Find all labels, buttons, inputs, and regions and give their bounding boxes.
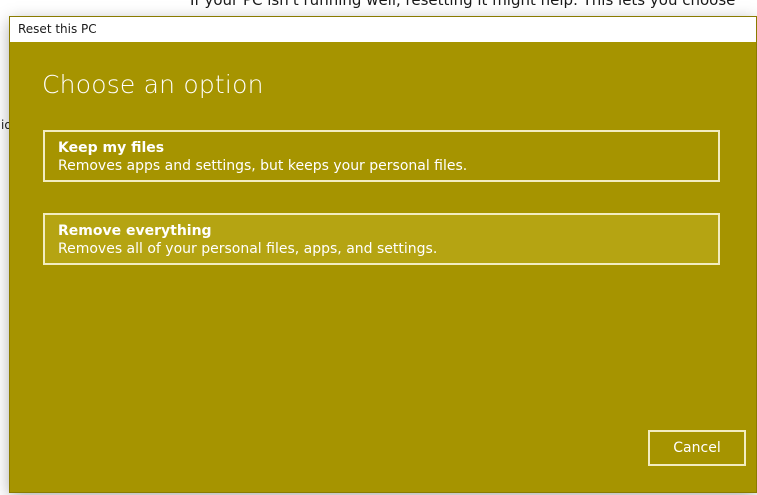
background-description-text: If your PC isn't running well, resetting… (190, 0, 736, 9)
remove-everything-option[interactable]: Remove everything Removes all of your pe… (43, 213, 720, 265)
cancel-button[interactable]: Cancel (648, 430, 746, 466)
keep-my-files-option[interactable]: Keep my files Removes apps and settings,… (43, 130, 720, 182)
dialog-content: Choose an option Keep my files Removes a… (10, 42, 756, 492)
option-title-keep: Keep my files (58, 140, 165, 156)
dialog-titlebar[interactable]: Reset this PC (10, 17, 756, 42)
option-description-remove: Removes all of your personal files, apps… (58, 241, 438, 257)
page-title: Choose an option (42, 70, 264, 99)
reset-pc-dialog: Reset this PC Choose an option Keep my f… (10, 17, 756, 492)
option-description-keep: Removes apps and settings, but keeps you… (58, 158, 468, 174)
option-title-remove: Remove everything (58, 223, 212, 239)
dialog-title: Reset this PC (18, 22, 97, 36)
